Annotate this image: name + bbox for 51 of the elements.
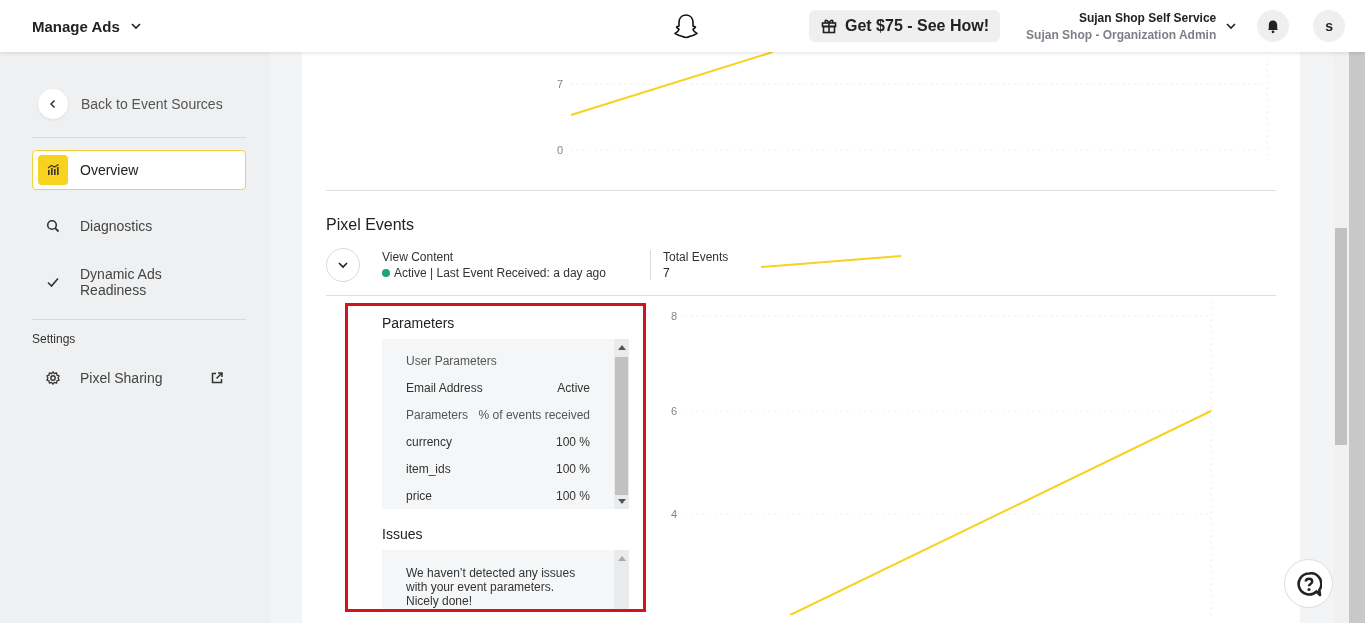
scrollbar[interactable] [614, 339, 629, 509]
notifications-button[interactable] [1257, 10, 1290, 42]
gift-icon [821, 18, 837, 34]
axis-label: 0 [556, 144, 563, 156]
back-link[interactable]: Back to Event Sources [38, 88, 246, 120]
promo-button[interactable]: Get $75 - See How! [809, 10, 1001, 42]
axis-label: 7 [556, 78, 563, 90]
account-role: Sujan Shop - Organization Admin [1026, 27, 1217, 42]
event-status: Active | Last Event Received: a day ago [394, 266, 606, 280]
nav-item[interactable]: Overview [32, 150, 246, 190]
section-title: Issues [382, 526, 424, 542]
parameter-value: Active [557, 380, 590, 395]
bar-chart-icon [45, 162, 61, 178]
axis-label: 4 [670, 508, 677, 520]
expand-button[interactable] [326, 248, 360, 282]
section-title: Pixel Events [326, 216, 416, 234]
parameter-value: 100 % [555, 461, 590, 476]
total-value: 7 [663, 266, 671, 280]
section-heading: Settings [32, 332, 77, 346]
ghost-icon [673, 13, 699, 39]
scrollbar[interactable] [1349, 52, 1365, 623]
scrollbar[interactable] [614, 550, 629, 609]
parameter-name: price [406, 488, 432, 503]
total-label: Total Events [663, 250, 730, 264]
parameter-name: Email Address [406, 380, 483, 395]
chevron-down-icon [337, 259, 349, 271]
scrollbar[interactable] [1333, 52, 1349, 623]
avatar-button[interactable]: s [1313, 10, 1346, 42]
parameter-name: currency [406, 434, 452, 449]
section-title: Parameters [382, 315, 456, 331]
axis-label: 8 [670, 310, 677, 322]
column-header: Parameters [406, 407, 469, 422]
account-name: Sujan Shop Self Service [1077, 10, 1217, 25]
event-name: View Content [382, 250, 455, 264]
group-heading: User Parameters [406, 353, 497, 368]
chevron-down-icon [1225, 20, 1238, 32]
nav-item[interactable]: Diagnostics [32, 206, 246, 246]
chevron-left-icon [48, 99, 58, 109]
settings-icon [45, 370, 61, 386]
search-icon [45, 218, 61, 234]
chevron-down-icon [129, 20, 142, 32]
help-icon [1295, 570, 1322, 597]
manage-ads-menu[interactable]: Manage Ads [32, 17, 142, 35]
column-header: % of events received [478, 407, 590, 422]
parameter-value: 100 % [555, 434, 590, 449]
issues-message: We haven’t detected any issues with your event parameters. Nicely done! [405, 565, 577, 609]
parameter-name: item_ids [406, 461, 451, 476]
nav-item[interactable]: Pixel Sharing [32, 358, 246, 398]
parameter-value: 100 % [555, 488, 590, 503]
axis-label: 6 [670, 405, 677, 417]
nav-item[interactable]: Dynamic Ads Readiness [32, 262, 246, 302]
